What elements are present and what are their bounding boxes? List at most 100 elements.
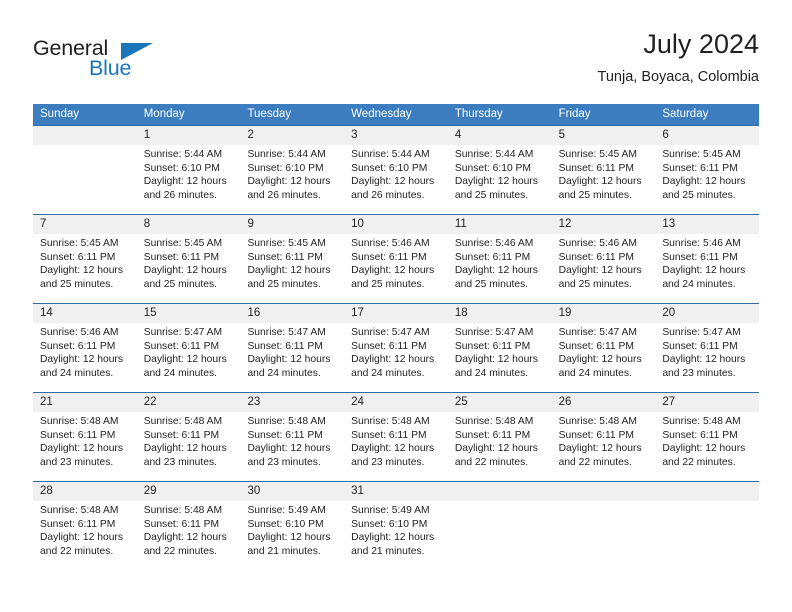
daylight-text-line2: and 21 minutes. <box>351 545 425 557</box>
day-cell: 25 Sunrise: 5:48 AM Sunset: 6:11 PM Dayl… <box>448 393 552 481</box>
day-details: Sunrise: 5:47 AM Sunset: 6:11 PM Dayligh… <box>144 326 241 380</box>
daylight-text-line1: Daylight: 12 hours <box>454 176 538 187</box>
day-details: Sunrise: 5:48 AM Sunset: 6:11 PM Dayligh… <box>455 415 552 469</box>
daylight-text-line1: Daylight: 12 hours <box>351 176 435 187</box>
daylight-text-line1: Daylight: 12 hours <box>558 354 642 365</box>
day-cell: 6 Sunrise: 5:45 AM Sunset: 6:11 PM Dayli… <box>655 126 759 214</box>
weekday-header-sunday: Sunday <box>40 108 80 120</box>
day-cell <box>655 482 759 570</box>
day-details: Sunrise: 5:48 AM Sunset: 6:11 PM Dayligh… <box>247 415 344 469</box>
sunrise-text: Sunrise: 5:47 AM <box>454 327 534 338</box>
day-details: Sunrise: 5:48 AM Sunset: 6:11 PM Dayligh… <box>40 504 137 558</box>
daylight-text-line2: and 23 minutes. <box>40 456 114 468</box>
day-cell: 29 Sunrise: 5:48 AM Sunset: 6:11 PM Dayl… <box>137 482 241 570</box>
sunrise-text: Sunrise: 5:47 AM <box>662 327 741 338</box>
day-details: Sunrise: 5:46 AM Sunset: 6:11 PM Dayligh… <box>662 237 759 291</box>
day-number: 26 <box>558 396 572 408</box>
sunrise-text: Sunrise: 5:48 AM <box>143 505 223 516</box>
weekday-header-monday: Monday <box>143 108 185 120</box>
sunset-text: Sunset: 6:10 PM <box>351 162 428 174</box>
sunrise-text: Sunrise: 5:48 AM <box>143 416 223 427</box>
sunrise-text: Sunrise: 5:47 AM <box>143 327 223 338</box>
page-header: General Blue July 2024 Tunja, Boyaca, Co… <box>33 28 759 98</box>
title-block: July 2024 Tunja, Boyaca, Colombia <box>598 28 759 87</box>
sunset-text: Sunset: 6:11 PM <box>143 429 220 441</box>
sunset-text: Sunset: 6:11 PM <box>662 429 738 441</box>
day-cell: 10 Sunrise: 5:46 AM Sunset: 6:11 PM Dayl… <box>344 215 448 303</box>
daylight-text-line2: and 22 minutes. <box>454 456 529 468</box>
sunset-text: Sunset: 6:11 PM <box>247 251 323 263</box>
sunset-text: Sunset: 6:11 PM <box>662 340 738 352</box>
weekday-header-friday: Friday <box>558 108 591 120</box>
daylight-text-line1: Daylight: 12 hours <box>143 443 227 454</box>
calendar-table: Sunday Monday Tuesday Wednesday Thursday… <box>33 104 759 570</box>
daylight-text-line2: and 25 minutes. <box>351 278 425 290</box>
page-subtitle: Tunja, Boyaca, Colombia <box>597 69 759 85</box>
daylight-text-line2: and 23 minutes. <box>662 367 736 379</box>
daylight-text-line1: Daylight: 12 hours <box>143 176 227 187</box>
day-cell: 7 Sunrise: 5:45 AM Sunset: 6:11 PM Dayli… <box>33 215 137 303</box>
day-number: 21 <box>40 396 53 408</box>
daylight-text-line1: Daylight: 12 hours <box>143 354 227 365</box>
daylight-text-line2: and 24 minutes. <box>558 367 632 379</box>
daylight-text-line1: Daylight: 12 hours <box>662 443 746 454</box>
day-cell: 31 Sunrise: 5:49 AM Sunset: 6:10 PM Dayl… <box>344 482 448 570</box>
daylight-text-line2: and 24 minutes. <box>351 367 425 379</box>
day-cell: 9 Sunrise: 5:45 AM Sunset: 6:11 PM Dayli… <box>240 215 344 303</box>
day-details: Sunrise: 5:49 AM Sunset: 6:10 PM Dayligh… <box>351 504 448 558</box>
week-row: 1 Sunrise: 5:44 AM Sunset: 6:10 PM Dayli… <box>33 125 759 214</box>
day-cell <box>448 482 552 570</box>
weekday-header-thursday: Thursday <box>454 108 503 120</box>
sunrise-text: Sunrise: 5:45 AM <box>662 149 741 160</box>
daylight-text-line1: Daylight: 12 hours <box>40 443 123 454</box>
day-details: Sunrise: 5:48 AM Sunset: 6:11 PM Dayligh… <box>144 415 241 469</box>
sunrise-text: Sunrise: 5:48 AM <box>454 416 534 427</box>
daylight-text-line2: and 22 minutes. <box>40 545 114 557</box>
day-number: 4 <box>454 129 462 141</box>
sunrise-text: Sunrise: 5:45 AM <box>558 149 638 160</box>
day-cell: 4 Sunrise: 5:44 AM Sunset: 6:10 PM Dayli… <box>448 126 552 214</box>
sunset-text: Sunset: 6:11 PM <box>40 251 116 263</box>
day-number: 9 <box>247 218 254 230</box>
day-number: 17 <box>351 307 364 319</box>
day-details: Sunrise: 5:46 AM Sunset: 6:11 PM Dayligh… <box>351 237 448 291</box>
sunrise-text: Sunrise: 5:47 AM <box>558 327 638 338</box>
day-details: Sunrise: 5:45 AM Sunset: 6:11 PM Dayligh… <box>247 237 344 291</box>
daylight-text-line1: Daylight: 12 hours <box>662 176 746 187</box>
weekday-header-saturday: Saturday <box>662 108 709 120</box>
day-cell: 20 Sunrise: 5:47 AM Sunset: 6:11 PM Dayl… <box>655 304 759 392</box>
sunset-text: Sunset: 6:11 PM <box>40 518 116 530</box>
sunset-text: Sunset: 6:11 PM <box>247 429 323 441</box>
weekday-header-wednesday: Wednesday <box>351 108 412 120</box>
sunset-text: Sunset: 6:11 PM <box>454 251 531 263</box>
day-details: Sunrise: 5:48 AM Sunset: 6:11 PM Dayligh… <box>144 504 241 558</box>
day-details: Sunrise: 5:47 AM Sunset: 6:11 PM Dayligh… <box>351 326 448 380</box>
daylight-text-line1: Daylight: 12 hours <box>558 176 642 187</box>
day-details: Sunrise: 5:44 AM Sunset: 6:10 PM Dayligh… <box>455 148 552 202</box>
daylight-text-line2: and 25 minutes. <box>143 278 217 290</box>
sunrise-text: Sunrise: 5:48 AM <box>558 416 638 427</box>
day-number: 27 <box>662 396 676 408</box>
daylight-text-line2: and 23 minutes. <box>351 456 425 468</box>
sunset-text: Sunset: 6:11 PM <box>558 429 634 441</box>
daylight-text-line1: Daylight: 12 hours <box>558 443 642 454</box>
day-number: 22 <box>143 396 157 408</box>
sunset-text: Sunset: 6:11 PM <box>143 340 220 352</box>
day-number: 30 <box>247 485 261 497</box>
daylight-text-line2: and 24 minutes. <box>454 367 529 379</box>
day-number: 16 <box>247 307 261 319</box>
day-details: Sunrise: 5:47 AM Sunset: 6:11 PM Dayligh… <box>247 326 344 380</box>
day-details: Sunrise: 5:46 AM Sunset: 6:11 PM Dayligh… <box>559 237 656 291</box>
sunset-text: Sunset: 6:11 PM <box>40 340 116 352</box>
daylight-text-line1: Daylight: 12 hours <box>662 265 746 276</box>
day-number: 13 <box>662 218 676 230</box>
daylight-text-line2: and 23 minutes. <box>247 456 321 468</box>
sunset-text: Sunset: 6:10 PM <box>351 518 428 530</box>
day-details: Sunrise: 5:45 AM Sunset: 6:11 PM Dayligh… <box>144 237 241 291</box>
daylight-text-line2: and 26 minutes. <box>351 189 425 201</box>
day-number: 18 <box>454 307 468 319</box>
day-number: 8 <box>143 218 151 230</box>
daylight-text-line2: and 25 minutes. <box>40 278 114 290</box>
day-details: Sunrise: 5:46 AM Sunset: 6:11 PM Dayligh… <box>455 237 552 291</box>
sunrise-text: Sunrise: 5:46 AM <box>558 238 638 249</box>
